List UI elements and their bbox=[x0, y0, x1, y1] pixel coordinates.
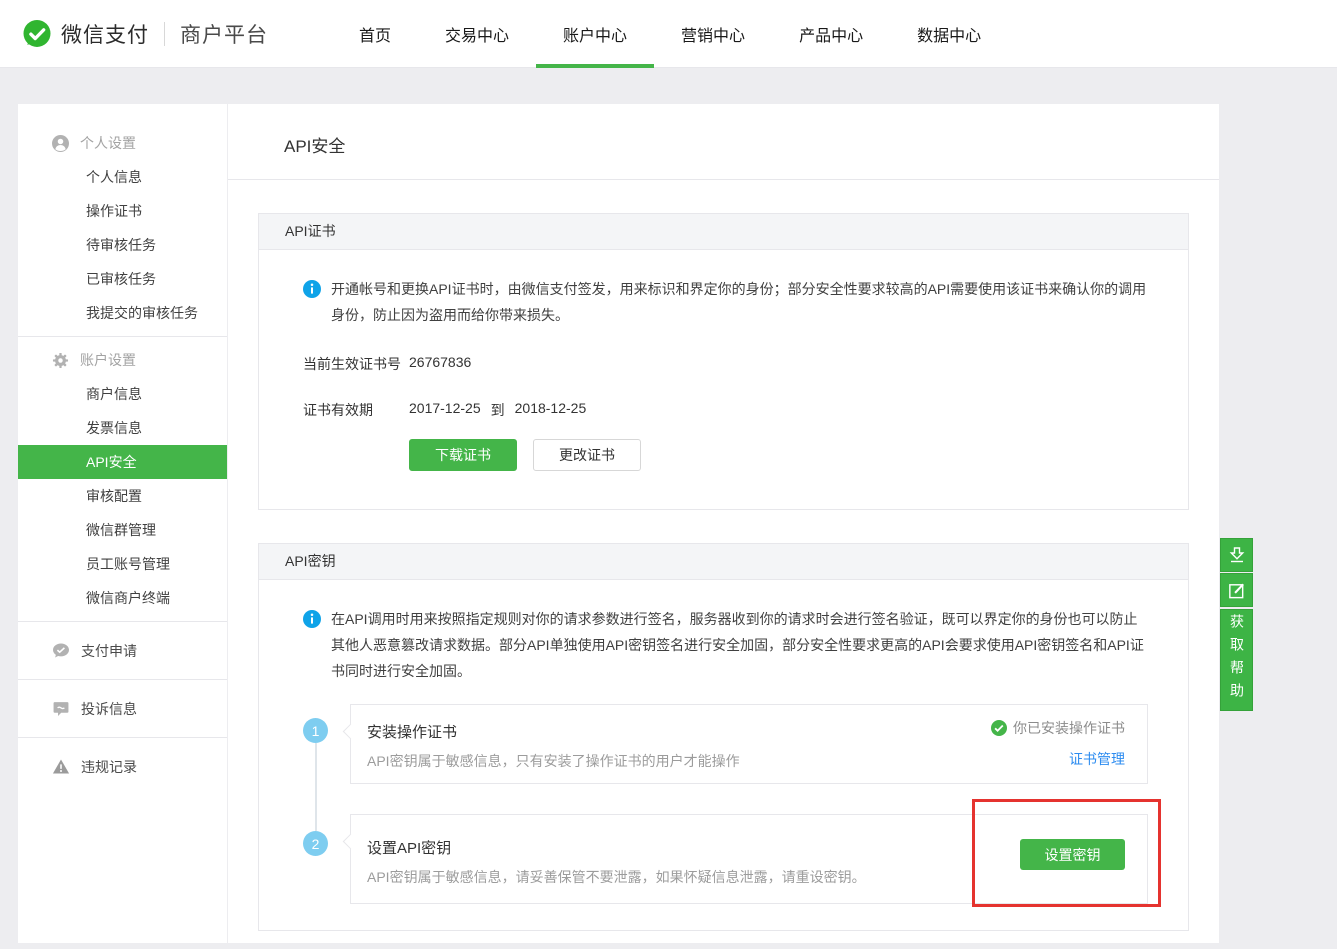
step-2-box: 设置API密钥 API密钥属于敏感信息，请妥善保管不要泄露，如果怀疑信息泄露，请… bbox=[350, 814, 1148, 904]
sidebar-item-label: 违规记录 bbox=[81, 757, 137, 777]
sidebar-item-personal-info[interactable]: 个人信息 bbox=[18, 160, 227, 194]
brand-subtitle: 商户平台 bbox=[180, 19, 268, 49]
sidebar-section-account-settings: 账户设置 bbox=[18, 343, 227, 377]
step-2-desc: API密钥属于敏感信息，请妥善保管不要泄露，如果怀疑信息泄露，请重设密钥。 bbox=[367, 867, 1125, 887]
api-key-panel: API密钥 在API调用时用来按照指定规则对你的请求参数进行签名，服务器收到你的… bbox=[258, 543, 1189, 931]
download-cert-button[interactable]: 下载证书 bbox=[409, 439, 517, 471]
cert-button-row: 下载证书 更改证书 bbox=[409, 439, 1148, 509]
speech-bubble-icon bbox=[52, 700, 70, 717]
step-2-title: 设置API密钥 bbox=[367, 837, 1125, 858]
sidebar-item-label: 投诉信息 bbox=[81, 699, 137, 719]
sidebar-section-label: 账户设置 bbox=[80, 350, 136, 370]
nav-home[interactable]: 首页 bbox=[332, 0, 418, 68]
cert-validity-from: 2017-12-25 bbox=[409, 400, 481, 420]
download-help-button[interactable] bbox=[1220, 538, 1253, 572]
page-title-bar: API安全 bbox=[228, 104, 1219, 180]
sidebar-divider bbox=[18, 621, 227, 622]
step-set-api-key: 2 设置API密钥 API密钥属于敏感信息，请妥善保管不要泄露，如果怀疑信息泄露… bbox=[303, 814, 1148, 904]
brand-name: 微信支付 bbox=[61, 19, 149, 49]
sidebar-section-personal-settings: 个人设置 bbox=[18, 126, 227, 160]
check-circle-icon bbox=[991, 720, 1007, 736]
api-cert-info-text: 开通帐号和更换API证书时，由微信支付签发，用来标识和界定你的身份；部分安全性要… bbox=[331, 276, 1148, 328]
nav-trade-center[interactable]: 交易中心 bbox=[418, 0, 536, 68]
nav-product-center[interactable]: 产品中心 bbox=[772, 0, 890, 68]
sidebar-item-complaint-info[interactable]: 投诉信息 bbox=[18, 686, 227, 731]
cert-number-row: 当前生效证书号 26767836 bbox=[303, 354, 1148, 374]
content-area: 个人设置 个人信息 操作证书 待审核任务 已审核任务 我提交的审核任务 bbox=[0, 104, 1337, 943]
cert-validity-label: 证书有效期 bbox=[303, 400, 409, 420]
info-icon bbox=[303, 610, 321, 628]
gear-icon bbox=[52, 352, 69, 369]
main-nav: 首页 交易中心 账户中心 营销中心 产品中心 数据中心 bbox=[332, 0, 1008, 68]
api-cert-panel-header: API证书 bbox=[259, 214, 1188, 250]
step-install-cert: 1 安装操作证书 API密钥属于敏感信息，只有安装了操作证书的用户才能操作 bbox=[303, 704, 1148, 784]
step-1-status: 你已安装操作证书 证书管理 bbox=[991, 718, 1125, 769]
sidebar-item-wechat-group[interactable]: 微信群管理 bbox=[18, 513, 227, 547]
edit-icon bbox=[1227, 581, 1246, 600]
sidebar-item-merchant-terminal[interactable]: 微信商户终端 bbox=[18, 581, 227, 615]
help-widget: 获取帮助 bbox=[1220, 538, 1253, 711]
api-key-steps: 1 安装操作证书 API密钥属于敏感信息，只有安装了操作证书的用户才能操作 bbox=[303, 704, 1148, 930]
step-1-box: 安装操作证书 API密钥属于敏感信息，只有安装了操作证书的用户才能操作 bbox=[350, 704, 1148, 784]
cert-number-value: 26767836 bbox=[409, 354, 471, 374]
cert-validity-to-word: 到 bbox=[491, 400, 505, 420]
warning-triangle-icon bbox=[52, 758, 70, 775]
set-api-key-button[interactable]: 设置密钥 bbox=[1020, 839, 1125, 870]
api-cert-info-row: 开通帐号和更换API证书时，由微信支付签发，用来标识和界定你的身份；部分安全性要… bbox=[303, 276, 1148, 328]
cert-number-label: 当前生效证书号 bbox=[303, 354, 409, 374]
sidebar-item-payment-apply[interactable]: 支付申请 bbox=[18, 628, 227, 673]
step-2-badge: 2 bbox=[303, 831, 328, 856]
sidebar-item-operation-cert[interactable]: 操作证书 bbox=[18, 194, 227, 228]
download-icon bbox=[1227, 545, 1247, 565]
sidebar-item-reviewed[interactable]: 已审核任务 bbox=[18, 262, 227, 296]
get-help-label: 获取帮助 bbox=[1220, 614, 1253, 706]
sidebar-item-review-config[interactable]: 审核配置 bbox=[18, 479, 227, 513]
api-cert-panel: API证书 开通帐号和更换API证书时，由微信支付签发，用来标识和界定你的身份；… bbox=[258, 213, 1189, 510]
chat-bubble-check-icon bbox=[52, 642, 70, 659]
sidebar-divider bbox=[18, 737, 227, 738]
user-icon bbox=[52, 135, 69, 152]
api-key-info-text: 在API调用时用来按照指定规则对你的请求参数进行签名，服务器收到你的请求时会进行… bbox=[331, 606, 1148, 684]
sidebar-item-api-security[interactable]: API安全 bbox=[18, 445, 227, 479]
step-1-status-line: 你已安装操作证书 bbox=[991, 718, 1125, 738]
brand: 微信支付 商户平台 bbox=[22, 19, 268, 49]
cert-validity-to: 2018-12-25 bbox=[515, 400, 587, 420]
page-title: API安全 bbox=[284, 132, 1219, 157]
api-cert-panel-body: 开通帐号和更换API证书时，由微信支付签发，用来标识和界定你的身份；部分安全性要… bbox=[259, 250, 1188, 509]
brand-separator bbox=[164, 22, 165, 46]
wechat-pay-logo-icon bbox=[22, 19, 52, 49]
sidebar-divider bbox=[18, 336, 227, 337]
sidebar-item-merchant-info[interactable]: 商户信息 bbox=[18, 377, 227, 411]
sidebar-item-invoice-info[interactable]: 发票信息 bbox=[18, 411, 227, 445]
api-key-panel-body: 在API调用时用来按照指定规则对你的请求参数进行签名，服务器收到你的请求时会进行… bbox=[259, 580, 1188, 930]
feedback-help-button[interactable] bbox=[1220, 573, 1253, 607]
nav-account-center[interactable]: 账户中心 bbox=[536, 0, 654, 68]
cert-management-link[interactable]: 证书管理 bbox=[991, 749, 1125, 769]
top-header: 微信支付 商户平台 首页 交易中心 账户中心 营销中心 产品中心 数据中心 bbox=[0, 0, 1337, 68]
step-1-badge: 1 bbox=[303, 718, 328, 743]
sidebar-item-my-submitted-review[interactable]: 我提交的审核任务 bbox=[18, 296, 227, 330]
info-icon bbox=[303, 280, 321, 298]
nav-marketing-center[interactable]: 营销中心 bbox=[654, 0, 772, 68]
sidebar-divider bbox=[18, 679, 227, 680]
sidebar-item-staff-account[interactable]: 员工账号管理 bbox=[18, 547, 227, 581]
api-key-info-row: 在API调用时用来按照指定规则对你的请求参数进行签名，服务器收到你的请求时会进行… bbox=[303, 606, 1148, 684]
sidebar-item-pending-review[interactable]: 待审核任务 bbox=[18, 228, 227, 262]
sidebar: 个人设置 个人信息 操作证书 待审核任务 已审核任务 我提交的审核任务 bbox=[18, 104, 227, 943]
sidebar-item-label: 支付申请 bbox=[81, 641, 137, 661]
nav-data-center[interactable]: 数据中心 bbox=[890, 0, 1008, 68]
main-panel: API安全 API证书 开通帐号和更换API证书时，由微信支付签发，用来标识和界… bbox=[228, 104, 1219, 943]
sidebar-section-label: 个人设置 bbox=[80, 133, 136, 153]
sidebar-item-violation-record[interactable]: 违规记录 bbox=[18, 744, 227, 789]
get-help-button[interactable]: 获取帮助 bbox=[1220, 609, 1253, 711]
api-key-panel-header: API密钥 bbox=[259, 544, 1188, 580]
cert-validity-row: 证书有效期 2017-12-25 到 2018-12-25 bbox=[303, 400, 1148, 420]
change-cert-button[interactable]: 更改证书 bbox=[533, 439, 641, 471]
step-1-status-text: 你已安装操作证书 bbox=[1013, 718, 1125, 738]
